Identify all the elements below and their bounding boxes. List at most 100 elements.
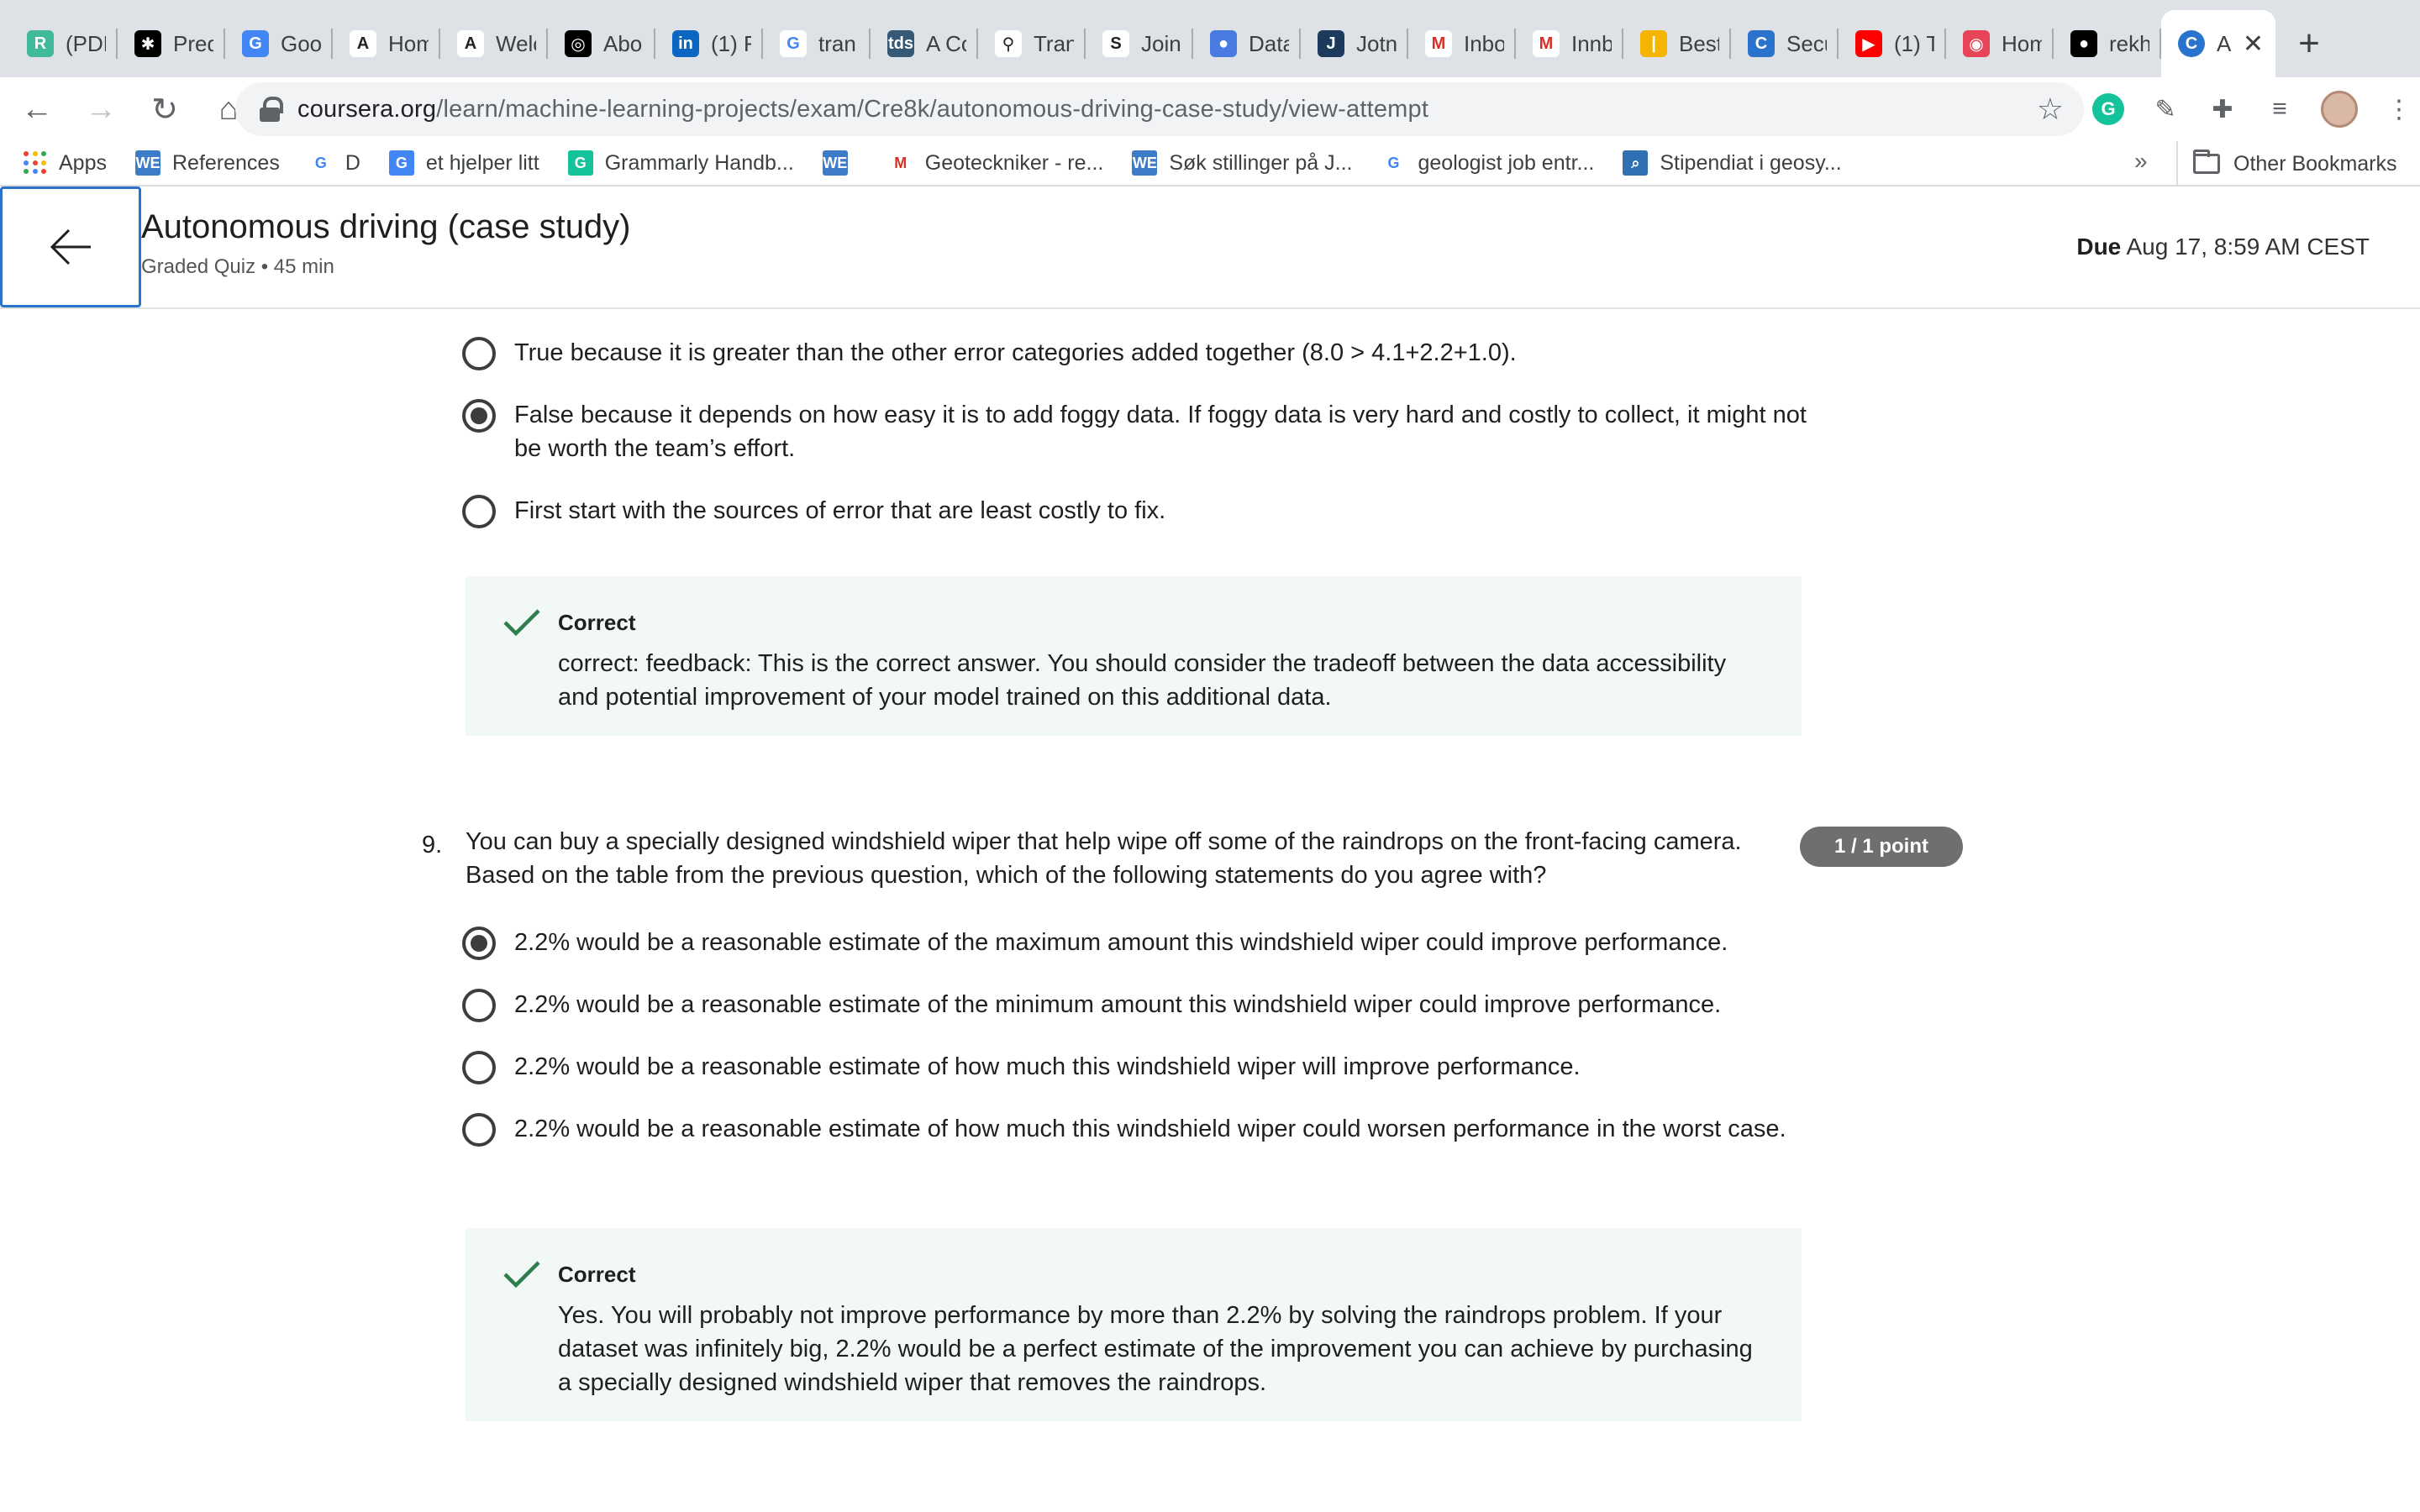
url-text[interactable]: coursera.org/learn/machine-learning-proj…	[297, 96, 1428, 123]
tab-label: Goo	[281, 30, 321, 56]
browser-tab[interactable]: ◎ Abo	[548, 10, 655, 77]
close-tab-icon[interactable]: ✕	[2243, 29, 2264, 59]
radio-button[interactable]	[462, 495, 496, 528]
browser-tab[interactable]: ● Data	[1193, 10, 1301, 77]
bookmark-item[interactable]: Ggeologist job entr...	[1381, 150, 1594, 176]
feedback-title: Correct	[558, 610, 636, 635]
grammarly-extension-icon[interactable]: G	[2092, 93, 2124, 125]
bike-icon: ⚲	[995, 30, 1022, 57]
browser-tab[interactable]: M Inbo	[1408, 10, 1516, 77]
radio-button[interactable]	[462, 337, 496, 370]
tab-label: Hom	[2002, 30, 2042, 56]
tab-label: Join	[1141, 30, 1181, 56]
url-path: /learn/machine-learning-projects/exam/Cr…	[436, 95, 1429, 123]
browser-tab[interactable]: M Innb	[1516, 10, 1623, 77]
q9-option-3[interactable]: 2.2% would be a reasonable estimate of h…	[462, 1050, 1807, 1084]
google-translate-icon: G	[242, 30, 269, 57]
media-control-icon[interactable]: ≡	[2264, 93, 2296, 125]
browser-tab[interactable]: in (1) F	[655, 10, 763, 77]
back-arrow-icon[interactable]: ←	[10, 82, 64, 136]
tab-label: Jotn	[1356, 30, 1397, 56]
radio-button-selected[interactable]	[462, 399, 496, 433]
tab-label: Welc	[496, 30, 536, 56]
lock-icon[interactable]	[259, 97, 283, 122]
browser-tab[interactable]: ▶ (1) T	[1839, 10, 1946, 77]
bookmark-label: Grammarly Handb...	[604, 150, 794, 175]
browser-tab[interactable]: G Goo	[225, 10, 333, 77]
back-button[interactable]	[0, 186, 141, 307]
tab-label: Best	[1679, 30, 1719, 56]
q8-option-3[interactable]: First start with the sources of error th…	[462, 494, 1807, 528]
browser-tab[interactable]: A Welc	[440, 10, 548, 77]
feedback-text: Yes. You will probably not improve perfo…	[558, 1302, 1753, 1396]
q8-option-2[interactable]: False because it depends on how easy it …	[462, 398, 1807, 465]
bookmark-item[interactable]: WE	[822, 150, 860, 176]
forward-arrow-icon[interactable]: →	[74, 82, 128, 136]
bookmark-item[interactable]: G Grammarly Handb...	[567, 150, 794, 176]
other-bookmarks-label: Other Bookmarks	[2233, 151, 2397, 176]
radio-button[interactable]	[462, 1113, 496, 1147]
checkmark-icon	[503, 609, 540, 637]
browser-tab[interactable]: | Best	[1623, 10, 1731, 77]
browser-tab[interactable]: S Join	[1086, 10, 1193, 77]
we-icon: WE	[822, 150, 848, 176]
browser-tab[interactable]: Gtran	[763, 10, 871, 77]
tab-label: Inbo	[1464, 30, 1504, 56]
folder-icon	[2193, 150, 2220, 174]
browser-tab-active[interactable]: C A ✕	[2161, 10, 2275, 77]
radio-button-selected[interactable]	[462, 927, 496, 960]
bookmark-star-icon[interactable]: ☆	[2037, 92, 2064, 127]
gmail-icon: M	[1533, 30, 1560, 57]
browser-tab[interactable]: ✱ Pred	[118, 10, 225, 77]
puzzle-extensions-icon[interactable]: ✚	[2207, 93, 2238, 125]
browser-tab[interactable]: tds A Co	[871, 10, 978, 77]
bookmark-item[interactable]: M Geoteckniker - re...	[888, 150, 1104, 176]
page-title: Autonomous driving (case study)	[141, 208, 631, 245]
q8-option-1[interactable]: True because it is greater than the othe…	[462, 336, 1807, 370]
bookmark-label: et hjelper litt	[425, 150, 539, 175]
youtube-icon: ▶	[1855, 30, 1882, 57]
radio-button[interactable]	[462, 1051, 496, 1084]
bookmark-label: Søk stillinger på J...	[1169, 150, 1353, 175]
letter-a-icon: A	[350, 30, 376, 57]
bookmark-item[interactable]: ⌕ Stipendiat i geosy...	[1623, 150, 1842, 176]
browser-tab[interactable]: ● rekh	[2054, 10, 2161, 77]
option-text: True because it is greater than the othe…	[514, 339, 1517, 366]
browser-tab[interactable]: ◉ Hom	[1946, 10, 2054, 77]
tab-label: Data	[1249, 30, 1289, 56]
browser-tab[interactable]: R (PDF	[10, 10, 118, 77]
q9-option-2[interactable]: 2.2% would be a reasonable estimate of t…	[462, 988, 1807, 1022]
bookmarks-overflow-chevron-icon[interactable]: »	[2134, 148, 2148, 175]
due-value: Aug 17, 8:59 AM CEST	[2126, 234, 2370, 260]
bookmark-label: Geoteckniker - re...	[924, 150, 1104, 175]
other-bookmarks-folder[interactable]: Other Bookmarks	[2176, 141, 2397, 186]
tab-label: Abo	[603, 30, 643, 56]
browser-tab[interactable]: C Secu	[1731, 10, 1839, 77]
tab-label: Secu	[1786, 30, 1827, 56]
menu-kebab-icon[interactable]: ⋮	[2383, 93, 2415, 125]
coursera-icon: C	[1748, 30, 1775, 57]
tab-label: A	[2217, 30, 2232, 56]
option-text: 2.2% would be a reasonable estimate of t…	[514, 929, 1728, 956]
new-tab-plus-icon[interactable]: +	[2275, 10, 2343, 77]
tab-label: rekh	[2109, 30, 2149, 56]
bookmark-item[interactable]: Get hjelper litt	[388, 150, 539, 176]
we-icon: WE	[1132, 150, 1158, 176]
address-bar[interactable]: coursera.org/learn/machine-learning-proj…	[235, 82, 2084, 136]
profile-avatar[interactable]	[2321, 91, 2358, 128]
bookmark-item[interactable]: GD	[308, 150, 360, 176]
search-box-icon: ⌕	[1623, 150, 1649, 176]
bookmark-item[interactable]: Apps	[24, 151, 107, 176]
eyedropper-extension-icon[interactable]: ✎	[2149, 93, 2181, 125]
gmail-icon: M	[894, 154, 908, 171]
bookmark-label: D	[345, 150, 360, 175]
reload-icon[interactable]: ↻	[138, 82, 192, 136]
q9-option-4[interactable]: 2.2% would be a reasonable estimate of h…	[462, 1112, 1807, 1147]
bookmark-item[interactable]: WE References	[134, 150, 280, 176]
q9-option-1[interactable]: 2.2% would be a reasonable estimate of t…	[462, 926, 1807, 960]
browser-tab[interactable]: A Hom	[333, 10, 440, 77]
bookmark-item[interactable]: WE Søk stillinger på J...	[1132, 150, 1352, 176]
radio-button[interactable]	[462, 989, 496, 1022]
browser-tab[interactable]: ⚲ Tran	[978, 10, 1086, 77]
browser-tab[interactable]: J Jotn	[1301, 10, 1408, 77]
